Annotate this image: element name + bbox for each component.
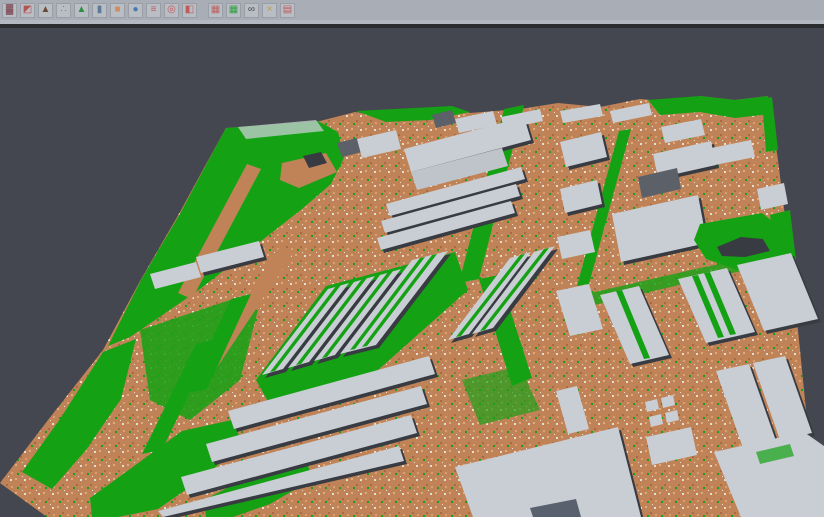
viewport-3d[interactable] <box>0 28 824 517</box>
classify-icon[interactable]: ◩ <box>20 3 35 18</box>
vegetation-icon[interactable]: ▲ <box>74 3 89 18</box>
dem-icon[interactable]: ▓ <box>2 3 17 18</box>
sparse-points-icon[interactable]: ∴ <box>56 3 71 18</box>
terrain-hill-icon[interactable]: ▲ <box>38 3 53 18</box>
pointcloud-scene <box>0 28 824 517</box>
target-icon[interactable]: ◎ <box>164 3 179 18</box>
classes-map-icon[interactable]: ▦ <box>226 3 241 18</box>
ortho-image-icon[interactable]: ■ <box>110 3 125 18</box>
globe-icon[interactable]: ● <box>128 3 143 18</box>
grid-icon[interactable]: ▦ <box>208 3 223 18</box>
convert-icon[interactable]: × <box>262 3 277 18</box>
extent-icon[interactable]: ◧ <box>182 3 197 18</box>
profiles-icon[interactable]: ≡ <box>146 3 161 18</box>
toolbar: ▓◩▲∴▲▮■●≡◎◧▦▦∞×▤ <box>0 0 824 20</box>
panel-icon[interactable]: ▮ <box>92 3 107 18</box>
stereo-view-icon[interactable]: ∞ <box>244 3 259 18</box>
table-icon[interactable]: ▤ <box>280 3 295 18</box>
